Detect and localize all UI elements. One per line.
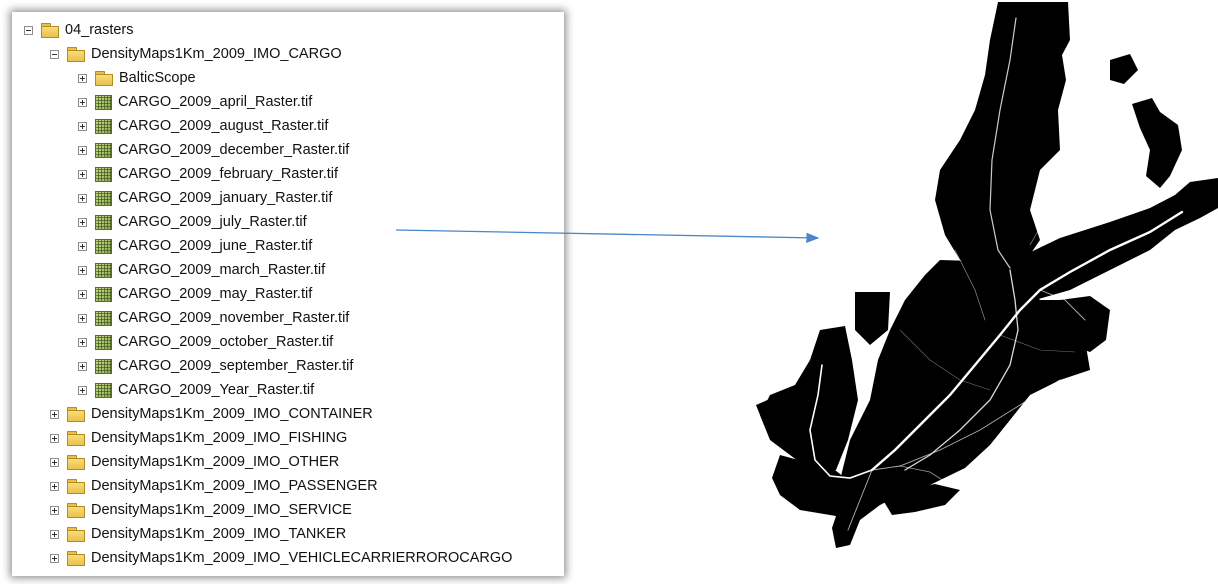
density-raster-map — [756, 2, 1218, 548]
sea-area-shape — [756, 2, 1218, 548]
